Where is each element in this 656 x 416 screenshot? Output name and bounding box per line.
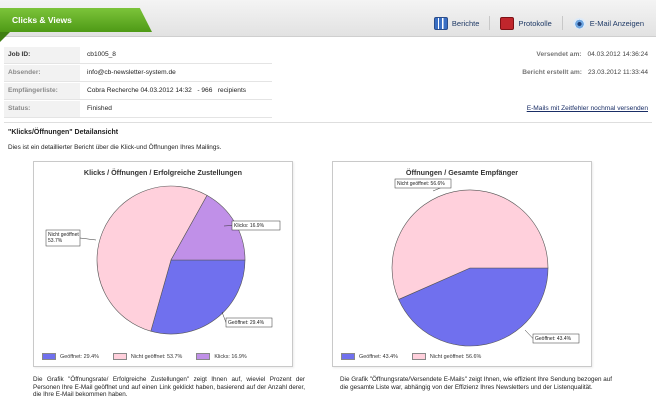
tab-corner xyxy=(0,32,10,42)
header-bar: Clicks & Views Berichte Protokolle E-Mai… xyxy=(0,0,656,42)
document-icon xyxy=(500,16,515,30)
chart-legend: Geöffnet: 29.4% Nicht geöffnet: 53.7% Klic… xyxy=(42,353,247,360)
report-value: 23.03.2012 11:33:44 xyxy=(587,69,648,76)
legend-swatch xyxy=(112,353,127,360)
callout-leader xyxy=(524,329,534,339)
chart-legend: Geöffnet: 43.4% Nicht geöffnet: 56.6% xyxy=(341,353,481,360)
section-title: "Klicks/Öffnungen" Detailansicht xyxy=(8,129,119,136)
callout-leader xyxy=(221,311,227,323)
caption-left: Die Grafik "Öffnungsrate/ Erfolgreiche Z… xyxy=(33,376,305,399)
legend-item: Nicht geöffnet: 53.7% xyxy=(112,353,183,360)
slice-label: Geöffnet: 29.4% xyxy=(228,320,265,326)
sender-value: info@cb-newsletter-system.de xyxy=(87,69,176,76)
toolbar-divider xyxy=(489,16,491,30)
report-date: Bericht erstellt am: 23.03.2012 11:33:44 xyxy=(522,65,648,81)
legend-label: Geöffnet: 29.4% xyxy=(60,353,99,360)
chart-card-opens: Öffnungen / Gesamte Empfänger Geöffnet: … xyxy=(332,161,592,367)
resend-link[interactable]: E-Mails mit Zeitfehler nochmal versenden xyxy=(527,101,648,117)
pie-chart-opens: Geöffnet: 43.4% Nicht geöffnet: 56.6% xyxy=(391,178,580,347)
reports-label: Berichte xyxy=(451,18,480,28)
sender-label: Absender: xyxy=(8,69,41,76)
logs-label: Protokolle xyxy=(518,18,552,28)
toolbar-divider xyxy=(561,16,563,30)
reports-button[interactable]: Berichte xyxy=(428,14,486,32)
section-description: Dies ist ein detaillierter Bericht über … xyxy=(8,144,222,151)
chart-card-clicks: Klicks / Öffnungen / Erfolgreiche Zustel… xyxy=(33,161,293,367)
report-label: Bericht erstellt am: xyxy=(522,69,582,76)
job-id-label: Job ID: xyxy=(8,51,31,58)
eye-icon xyxy=(572,17,586,29)
slice-label: Nicht geöffnet: 56.6% xyxy=(397,181,445,187)
legend-label: Nicht geöffnet: 53.7% xyxy=(130,353,183,360)
divider xyxy=(4,122,652,123)
status-value: Finished xyxy=(87,105,112,112)
legend-label: Nicht geöffnet: 56.6% xyxy=(429,353,482,360)
logs-button[interactable]: Protokolle xyxy=(494,14,557,32)
view-email-label: E-Mail Anzeigen xyxy=(589,18,644,28)
view-email-button[interactable]: E-Mail Anzeigen xyxy=(567,14,650,32)
chart-icon xyxy=(433,16,448,30)
row-job-id: Job ID: cb1005_8 Versendet am: 04.03.2012… xyxy=(4,47,652,64)
tab-clicks-views[interactable]: Clicks & Views xyxy=(0,8,152,32)
legend-swatch xyxy=(196,353,211,360)
row-sender: Absender: info@cb-newsletter-system.de B… xyxy=(4,65,652,82)
caption-right: Die Grafik "Öffnungsrate/Versendete E-Ma… xyxy=(340,376,612,391)
row-status: Status: Finished E-Mails mit Zeitfehler … xyxy=(4,101,652,118)
sent-value: 04.03.2012 14:36:24 xyxy=(587,51,649,58)
legend-label: Geöffnet: 43.4% xyxy=(359,353,398,360)
legend-swatch xyxy=(341,353,355,360)
legend-item: Geöffnet: 43.4% xyxy=(341,353,398,360)
recipients-label: Empfängerliste: xyxy=(8,87,58,94)
slice-label: Klicks: 16.9% xyxy=(234,223,265,229)
legend-item: Nicht geöffnet: 56.6% xyxy=(411,353,482,360)
sent-label: Versendet am: xyxy=(536,51,582,58)
legend-item: Klicks: 16.9% xyxy=(196,353,247,360)
legend-item: Geöffnet: 29.4% xyxy=(42,353,99,360)
sent-date: Versendet am: 04.03.2012 14:36:24 xyxy=(536,47,648,63)
status-label: Status: xyxy=(8,105,31,112)
legend-swatch xyxy=(411,353,426,360)
callout-leader xyxy=(79,237,97,241)
row-recipients: Empfängerliste: Cobra Recherche 04.03.20… xyxy=(4,83,652,100)
job-id-value: cb1005_8 xyxy=(87,51,116,58)
legend-label: Klicks: 16.9% xyxy=(214,353,247,360)
recipients-value: Cobra Recherche 04.03.2012 14:32 - 966 r… xyxy=(87,87,247,94)
slice-label: Geöffnet: 43.4% xyxy=(535,336,572,342)
legend-swatch xyxy=(42,353,56,360)
toolbar: Berichte Protokolle E-Mail Anzeigen xyxy=(428,14,650,32)
pie-chart-clicks: Geöffnet: 29.4%Nicht geöffnet 53.7%Klicks… xyxy=(45,185,281,335)
